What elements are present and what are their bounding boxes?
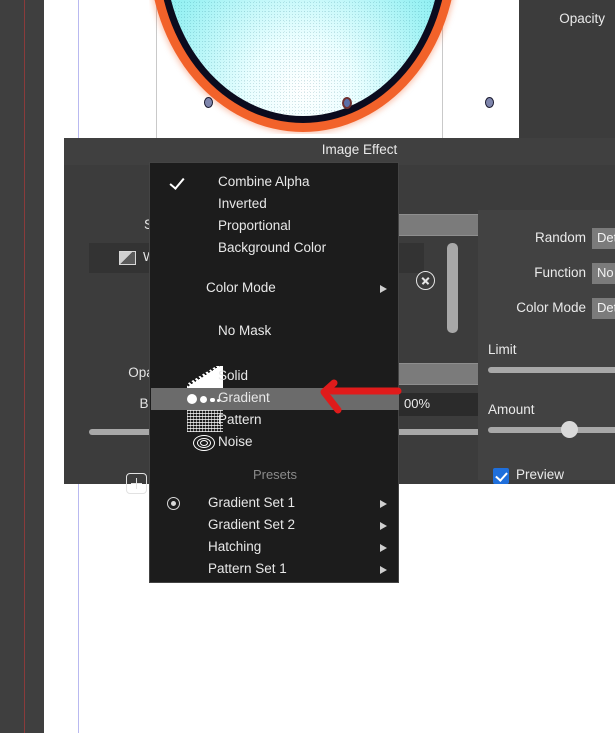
- limit-slider-track[interactable]: [488, 367, 615, 373]
- menu-item-hatching[interactable]: Hatching: [151, 537, 399, 559]
- preview-label: Preview: [516, 467, 565, 482]
- menu-item-label: Proportional: [218, 218, 291, 233]
- effect-parameters-panel: Random Det Function No Color Mode Det Li…: [478, 210, 615, 480]
- menu-item-label: Noise: [218, 434, 253, 449]
- menu-item-color-mode[interactable]: Color Mode: [151, 278, 399, 300]
- amount-slider-knob[interactable]: [561, 421, 578, 438]
- check-icon: [169, 175, 185, 188]
- swatch-thumbnail-icon: [119, 251, 136, 265]
- effect-list-scrollbar-thumb[interactable]: [447, 243, 458, 333]
- menu-item-label: Combine Alpha: [218, 174, 310, 189]
- chevron-right-icon: [380, 566, 387, 574]
- amount-slider-track[interactable]: [488, 427, 615, 433]
- chevron-right-icon: [380, 500, 387, 508]
- dialog-title: Image Effect: [321, 142, 398, 157]
- effect-list-scrollbar-track[interactable]: [447, 241, 458, 346]
- add-effect-button[interactable]: [126, 473, 147, 494]
- menu-item-proportional[interactable]: Proportional: [151, 216, 399, 238]
- menu-item-label: Hatching: [208, 539, 262, 554]
- menu-item-no-mask[interactable]: No Mask: [151, 321, 399, 343]
- selection-handle-right[interactable]: [485, 97, 494, 108]
- preview-checkbox[interactable]: [493, 468, 509, 484]
- menu-item-label: Solid: [218, 368, 249, 383]
- menu-item-gradient-set-2[interactable]: Gradient Set 2: [151, 515, 399, 537]
- menu-item-label: Color Mode: [206, 280, 276, 295]
- amount-label: Amount: [488, 402, 535, 417]
- menu-item-label: Gradient Set 2: [208, 517, 296, 532]
- gradient-circle-artwork[interactable]: [149, 0, 459, 134]
- menu-item-gradient[interactable]: Gradient: [151, 388, 399, 410]
- function-label: Function: [534, 265, 586, 280]
- selection-handle-left[interactable]: [204, 97, 213, 108]
- menu-item-label: Background Color: [218, 240, 327, 255]
- chevron-right-icon: [380, 544, 387, 552]
- menu-item-combine-alpha[interactable]: Combine Alpha: [151, 172, 399, 194]
- application-root: Opacity Image Effect Style W Opacity Ble…: [0, 0, 615, 733]
- menu-item-label: Gradient Set 1: [208, 495, 296, 510]
- chevron-right-icon: [380, 522, 387, 530]
- menu-item-label: Gradient: [218, 390, 270, 405]
- limit-label: Limit: [488, 342, 517, 357]
- fill-style-context-menu: Combine Alpha Inverted Proportional Back…: [149, 162, 399, 583]
- radio-selected-icon: [167, 497, 180, 510]
- menu-item-gradient-set-1[interactable]: Gradient Set 1: [151, 493, 399, 515]
- top-right-panel: Opacity: [519, 0, 615, 138]
- selection-handle-center[interactable]: [342, 97, 352, 109]
- random-label: Random: [534, 230, 586, 245]
- menu-item-label: Pattern Set 1: [208, 561, 287, 576]
- left-gutter: [0, 0, 44, 733]
- remove-effect-icon[interactable]: [416, 271, 435, 290]
- chevron-right-icon: [380, 285, 387, 293]
- menu-item-label: Inverted: [218, 196, 267, 211]
- menu-item-pattern-set-1[interactable]: Pattern Set 1: [151, 559, 399, 581]
- random-value-field[interactable]: Det: [592, 228, 615, 249]
- menu-item-pattern[interactable]: Pattern: [151, 410, 399, 432]
- canvas-opacity-label: Opacity: [559, 11, 605, 26]
- menu-item-label: Pattern: [218, 412, 262, 427]
- presets-section-header: Presets: [252, 467, 298, 482]
- menu-item-background-color[interactable]: Background Color: [151, 238, 399, 260]
- menu-item-inverted[interactable]: Inverted: [151, 194, 399, 216]
- menu-item-noise[interactable]: Noise: [151, 432, 399, 454]
- function-value-field[interactable]: No: [592, 263, 615, 284]
- menu-item-solid[interactable]: Solid: [151, 366, 399, 388]
- menu-item-label: No Mask: [218, 323, 272, 338]
- margin-guide-red: [24, 0, 25, 733]
- color-mode-value-field[interactable]: Det: [592, 298, 615, 319]
- color-mode-label: Color Mode: [516, 300, 586, 315]
